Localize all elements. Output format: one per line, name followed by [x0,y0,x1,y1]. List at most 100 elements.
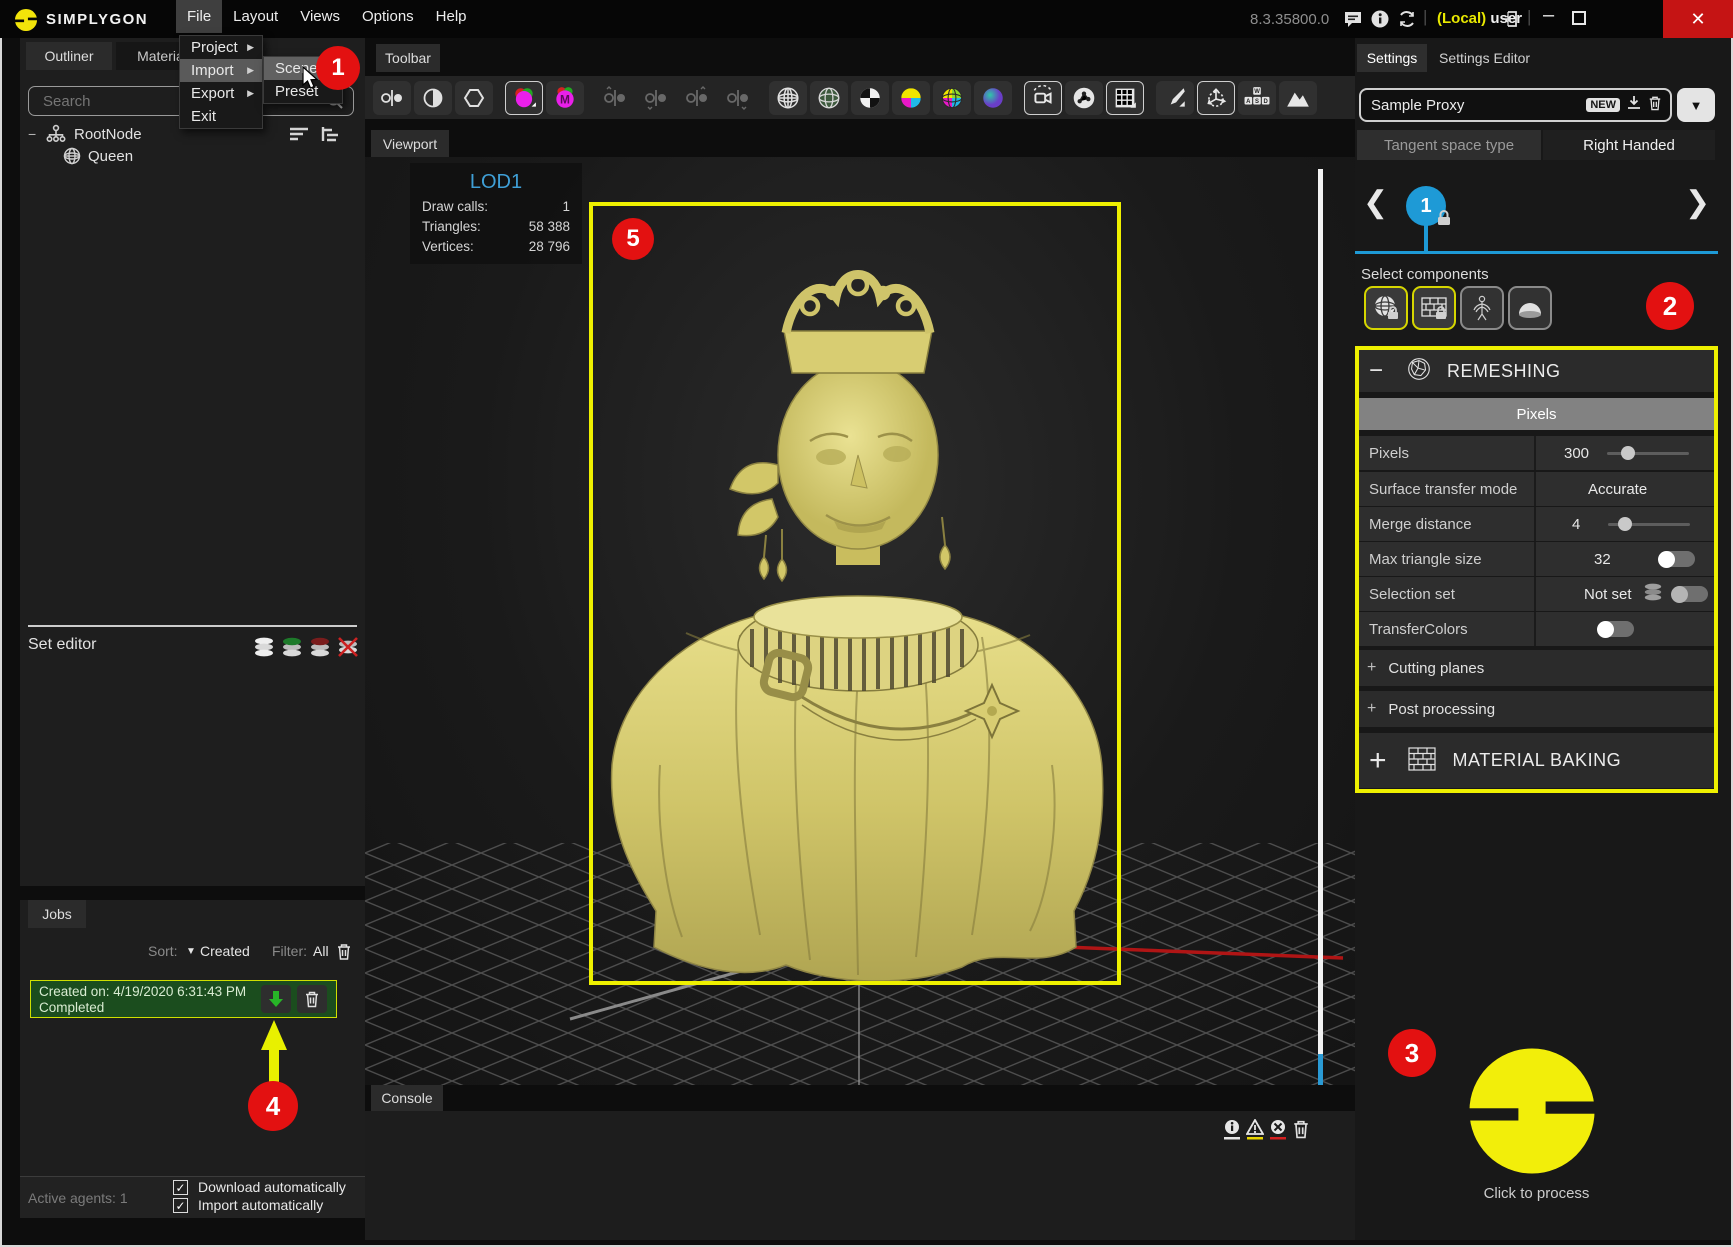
process-button[interactable] [1464,1043,1600,1184]
menu-help[interactable]: Help [425,0,478,33]
component-shell-button[interactable] [1508,286,1552,330]
component-material-button[interactable] [1412,286,1456,330]
gizmo-icon[interactable] [1197,81,1235,115]
set-add-icon[interactable] [280,636,304,663]
tab-console: Console [371,1085,443,1111]
compare-prev-bottom-icon[interactable] [637,81,675,115]
lod-marker-stem [1424,224,1428,252]
tree-view-icon[interactable] [320,124,342,149]
wire-globe-icon[interactable] [769,81,807,115]
file-menu-export[interactable]: Export▶ [180,82,262,105]
menu-layout[interactable]: Layout [222,0,289,33]
filter-value[interactable]: All [313,943,329,959]
tangent-space-value[interactable]: Right Handed [1543,130,1715,160]
close-button[interactable]: ✕ [1663,0,1733,38]
maximize-button[interactable] [1572,11,1586,25]
checker-sphere-icon[interactable] [851,81,889,115]
node-graph-icon[interactable] [1065,81,1103,115]
preset-dropdown-button[interactable]: ▼ [1677,88,1715,122]
file-menu-project[interactable]: Project▶ [180,36,262,59]
tree-item-rootnode[interactable]: RootNode [74,126,142,143]
file-menu-import[interactable]: Import▶ [180,59,262,82]
job-delete-button[interactable] [297,985,327,1013]
download-auto-checkbox[interactable]: ✓ [173,1180,188,1195]
sort-value[interactable]: Created [200,943,250,959]
title-bar: SIMPLYGON File Layout Views Options Help… [0,0,1733,38]
console-clear-icon[interactable] [1292,1119,1310,1144]
tab-viewport: Viewport [371,130,449,157]
active-agents-label: Active agents: 1 [28,1190,128,1206]
annotation-box-model [589,202,1121,985]
info-icon[interactable] [1370,9,1390,34]
select-components-label: Select components [1361,266,1489,283]
viewport-canvas[interactable]: LOD1 Draw calls:1 Triangles:58 388 Verti… [365,157,1355,1085]
set-editor-divider [28,625,357,627]
camera-icon[interactable] [1024,81,1062,115]
tab-settings[interactable]: Settings [1357,44,1427,72]
annotation-arrow-4 [253,1020,295,1082]
tree-collapse-toggle[interactable]: − [28,126,36,142]
logout-icon[interactable] [1500,9,1520,34]
console-info-icon[interactable] [1223,1119,1241,1146]
wasd-keys-icon[interactable]: WASD [1238,81,1276,115]
uv-color-icon[interactable] [892,81,930,115]
menu-views[interactable]: Views [289,0,351,33]
timeline-scrubber[interactable] [1318,169,1323,1054]
set-clear-icon[interactable] [336,636,360,663]
titlebar-separator: | [1423,7,1427,27]
jobs-clear-icon[interactable] [336,943,352,963]
stat-vertices-label: Vertices: [422,239,474,254]
outliner-panel: Outliner Material − RootNode Queen Set e… [20,38,365,1218]
console-panel [365,1111,1355,1240]
minimize-button[interactable]: – [1543,4,1554,27]
compare-next-bottom-icon[interactable] [719,81,757,115]
tab-settings-editor[interactable]: Settings Editor [1439,50,1530,66]
grid-icon[interactable] [1106,81,1144,115]
console-warning-icon[interactable] [1246,1119,1264,1146]
normals-sphere-icon[interactable] [974,81,1012,115]
preset-selector[interactable]: Sample Proxy NEW [1359,88,1672,122]
color-globe-icon[interactable] [933,81,971,115]
polygon-outline-icon[interactable] [455,81,493,115]
tangent-space-label: Tangent space type [1357,130,1541,160]
shaded-material-icon[interactable] [505,81,543,115]
tab-outliner[interactable]: Outliner [26,42,112,70]
half-shaded-icon[interactable] [414,81,452,115]
tab-jobs[interactable]: Jobs [28,900,86,928]
feedback-icon[interactable] [1343,9,1363,34]
menu-bar: File Layout Views Options Help [176,0,478,33]
compare-prev-top-icon[interactable] [596,81,634,115]
menu-file[interactable]: File [176,0,222,33]
file-menu-dropdown: Project▶ Import▶ Export▶ Exit [179,35,263,129]
tree-item-queen[interactable]: Queen [88,148,133,165]
preset-delete-icon[interactable] [1648,95,1662,116]
set-all-icon[interactable] [252,636,276,663]
brush-icon[interactable] [1156,81,1194,115]
stat-drawcalls-label: Draw calls: [422,199,488,214]
compare-next-top-icon[interactable] [678,81,716,115]
console-error-icon[interactable] [1269,1119,1287,1146]
component-mesh-button[interactable] [1364,286,1408,330]
material-view-icon[interactable]: M [546,81,584,115]
file-menu-exit[interactable]: Exit [180,105,262,128]
component-skeleton-button[interactable] [1460,286,1504,330]
sort-arrow-icon[interactable]: ▼ [186,946,196,957]
timeline-scrubber-active[interactable] [1318,1054,1323,1085]
lod-prev-button[interactable]: ❮ [1363,188,1388,218]
sort-list-icon[interactable] [288,124,310,149]
lod-timeline[interactable] [1355,251,1718,254]
job-download-button[interactable] [261,985,291,1013]
refresh-icon[interactable] [1397,9,1417,34]
set-remove-icon[interactable] [308,636,332,663]
stat-triangles-label: Triangles: [422,219,481,234]
menu-options[interactable]: Options [351,0,425,33]
preset-save-icon[interactable] [1626,95,1642,116]
user-scope: (Local) [1437,10,1486,27]
job-card[interactable]: Created on: 4/19/2020 6:31:43 PM Complet… [30,980,337,1018]
textured-globe-icon[interactable] [810,81,848,115]
lod-next-button[interactable]: ❯ [1685,188,1710,218]
wireframe-compare-icon[interactable] [373,81,411,115]
import-auto-checkbox[interactable]: ✓ [173,1198,188,1213]
preset-new-badge: NEW [1586,98,1620,112]
terrain-icon[interactable] [1279,81,1317,115]
